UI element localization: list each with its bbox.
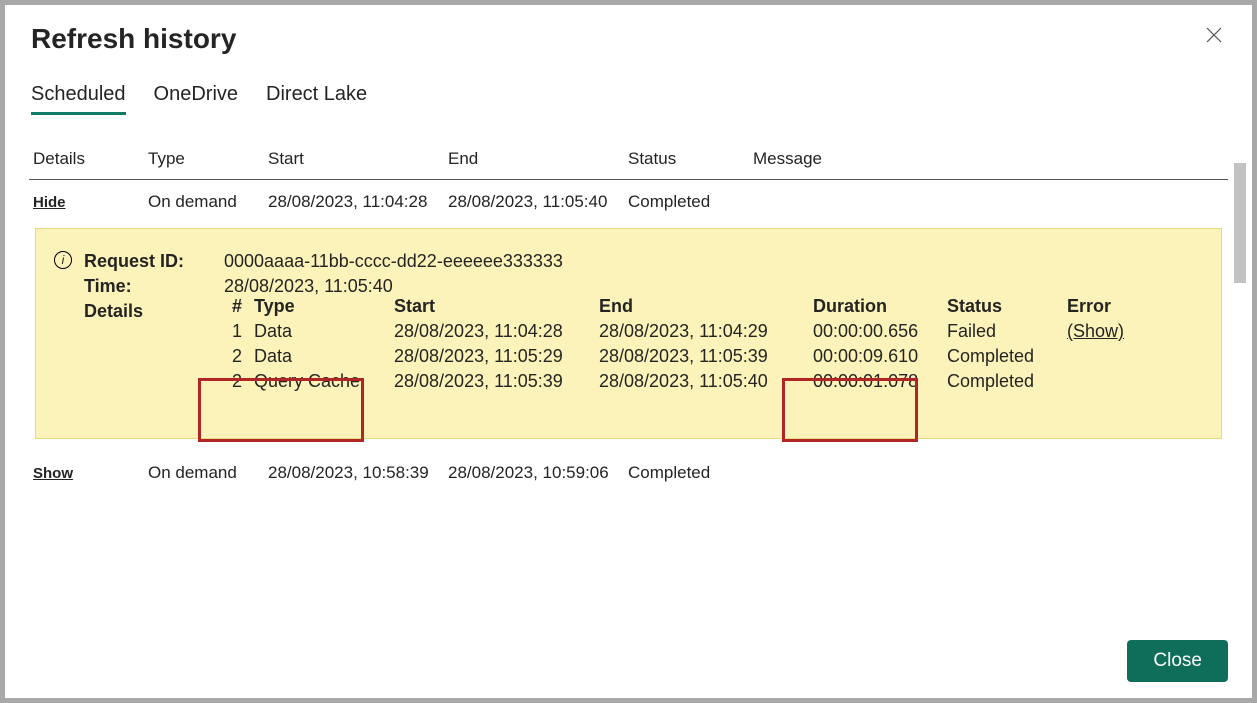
- detail-cell: 00:00:09.610: [809, 344, 943, 369]
- detail-cell: Data: [250, 344, 390, 369]
- tab-scheduled[interactable]: Scheduled: [31, 83, 126, 115]
- detail-col-start: Start: [390, 294, 595, 319]
- row-start: 28/08/2023, 11:04:28: [268, 192, 448, 212]
- toggle-hide-link[interactable]: Hide: [33, 192, 66, 211]
- detail-cell: 28/08/2023, 11:05:40: [595, 369, 809, 394]
- row-status: Completed: [628, 463, 753, 483]
- detail-cell: 28/08/2023, 11:05:29: [390, 344, 595, 369]
- row-start: 28/08/2023, 10:58:39: [268, 463, 448, 483]
- detail-cell: 00:00:00.656: [809, 319, 943, 344]
- row-end: 28/08/2023, 10:59:06: [448, 463, 628, 483]
- detail-cell: 28/08/2023, 11:04:29: [595, 319, 809, 344]
- info-icon: i: [54, 251, 72, 269]
- detail-cell: 1: [228, 319, 250, 344]
- detail-cell: 2: [228, 369, 250, 394]
- detail-panel: i Request ID: 0000aaaa-11bb-cccc-dd22-ee…: [35, 228, 1222, 439]
- col-status: Status: [628, 149, 753, 169]
- col-type: Type: [148, 149, 268, 169]
- detail-cell: [1063, 369, 1143, 394]
- close-button[interactable]: Close: [1127, 640, 1228, 682]
- history-row: Hide On demand 28/08/2023, 11:04:28 28/0…: [29, 180, 1228, 216]
- detail-cell: 2: [228, 344, 250, 369]
- detail-cell: Query Cache: [250, 369, 390, 394]
- detail-table: # Type Start End Duration Status Error 1…: [60, 294, 1197, 394]
- detail-col-type: Type: [250, 294, 390, 319]
- dialog-title: Refresh history: [31, 23, 236, 55]
- col-start: Start: [268, 149, 448, 169]
- detail-cell: 28/08/2023, 11:05:39: [390, 369, 595, 394]
- history-body: Details Type Start End Status Message Hi…: [5, 115, 1252, 626]
- close-icon[interactable]: [1202, 23, 1226, 50]
- col-details: Details: [33, 149, 148, 169]
- detail-cell: Failed: [943, 319, 1063, 344]
- detail-col-error: Error: [1063, 294, 1143, 319]
- request-id-value: 0000aaaa-11bb-cccc-dd22-eeeeee333333: [224, 251, 1197, 272]
- detail-cell: Completed: [943, 344, 1063, 369]
- tab-bar: Scheduled OneDrive Direct Lake: [5, 55, 1252, 115]
- detail-col-duration: Duration: [809, 294, 943, 319]
- detail-col-end: End: [595, 294, 809, 319]
- detail-cell: Data: [250, 319, 390, 344]
- scrollbar[interactable]: [1232, 115, 1248, 626]
- col-end: End: [448, 149, 628, 169]
- row-type: On demand: [148, 463, 268, 483]
- detail-cell: 28/08/2023, 11:04:28: [390, 319, 595, 344]
- history-row: Show On demand 28/08/2023, 10:58:39 28/0…: [29, 451, 1228, 487]
- history-columns: Details Type Start End Status Message: [29, 149, 1228, 180]
- refresh-history-dialog: Refresh history Scheduled OneDrive Direc…: [5, 5, 1252, 698]
- detail-cell: Completed: [943, 369, 1063, 394]
- toggle-show-link[interactable]: Show: [33, 463, 73, 482]
- details-label: Details: [84, 301, 224, 322]
- row-end: 28/08/2023, 11:05:40: [448, 192, 628, 212]
- detail-cell: 00:00:01.078: [809, 369, 943, 394]
- detail-cell: [1063, 344, 1143, 369]
- detail-col-num: #: [228, 294, 250, 319]
- tab-onedrive[interactable]: OneDrive: [154, 83, 238, 115]
- row-status: Completed: [628, 192, 753, 212]
- scrollbar-thumb[interactable]: [1234, 163, 1246, 283]
- row-type: On demand: [148, 192, 268, 212]
- time-label: Time:: [84, 276, 224, 297]
- request-id-label: Request ID:: [84, 251, 224, 272]
- col-message: Message: [753, 149, 1224, 169]
- error-show-link[interactable]: (Show): [1067, 321, 1124, 341]
- tab-direct-lake[interactable]: Direct Lake: [266, 83, 367, 115]
- detail-col-status: Status: [943, 294, 1063, 319]
- dialog-footer: Close: [5, 626, 1252, 698]
- detail-cell: 28/08/2023, 11:05:39: [595, 344, 809, 369]
